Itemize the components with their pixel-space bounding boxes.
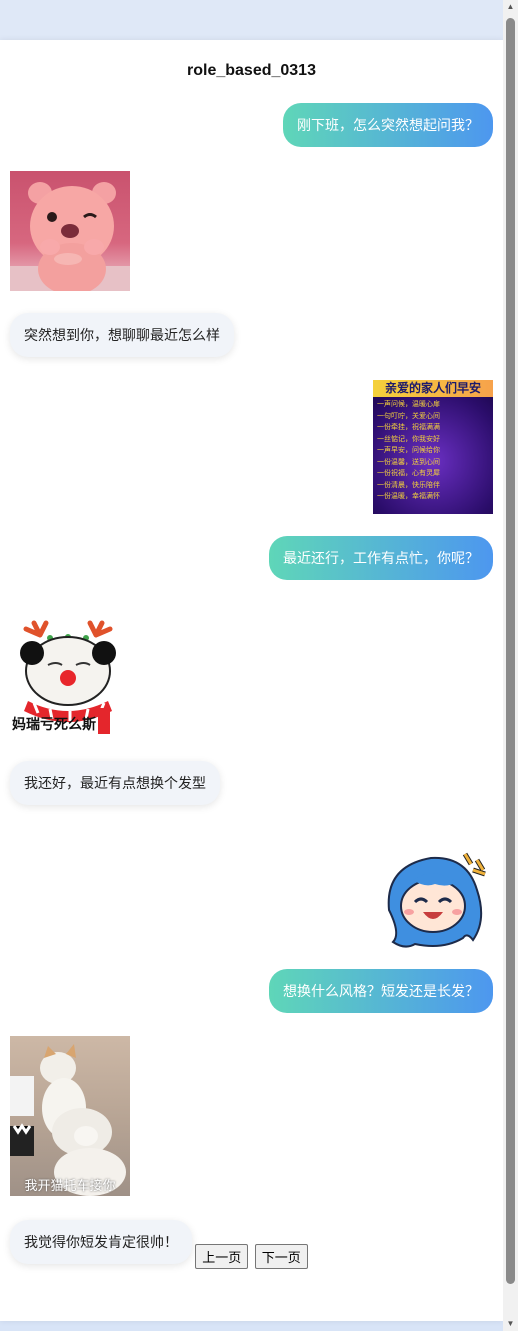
text-bubble: 我还好，最近有点想换个发型: [10, 761, 220, 805]
greeting-line: 一份温馨，送到心间: [377, 458, 440, 466]
scroll-down-icon[interactable]: ▼: [503, 1317, 518, 1331]
greeting-line: 一丝惦记，你我安好: [377, 435, 440, 443]
greeting-line: 一声早安，问候给你: [377, 447, 440, 454]
scroll-thumb[interactable]: [506, 18, 515, 1284]
greeting-line: 一份牵挂，祝福满满: [377, 424, 440, 431]
text-bubble: 刚下班，怎么突然想起问我？: [283, 103, 493, 147]
scroll-up-icon[interactable]: ▲: [503, 0, 518, 14]
greeting-line: 一份清晨，快乐陪伴: [377, 481, 440, 489]
text-bubble: 想换什么风格？短发还是长发？: [269, 969, 493, 1013]
message-left: 突然想到你，想聊聊最近怎么样: [10, 313, 234, 357]
prev-page-button[interactable]: 上一页: [195, 1244, 249, 1269]
message-right: 最近还行，工作有点忙，你呢？: [269, 536, 493, 580]
next-page-button[interactable]: 下一页: [254, 1244, 308, 1269]
greeting-line: 一份温暖，幸福满怀: [377, 493, 440, 500]
sticker-caption: 我开猫托车接你: [24, 1178, 116, 1193]
greeting-line: 一声问候，温暖心扉: [377, 401, 440, 408]
message-right: 想换什么风格？短发还是长发？: [269, 969, 493, 1013]
morning-greeting-sticker[interactable]: 亲爱的家人们早安 一声问候，温暖心扉 一句叮咛，关爱心间 一份牵挂，祝福满满 一…: [373, 380, 493, 514]
vertical-scrollbar[interactable]: ▲ ▼: [503, 0, 518, 1331]
message-right: 刚下班，怎么突然想起问我？: [283, 103, 493, 147]
pager: 上一页 下一页: [0, 1244, 503, 1269]
pink-beaver-sticker[interactable]: [10, 171, 130, 291]
cat-massage-sticker[interactable]: 我开猫托车接你: [10, 1036, 130, 1196]
text-bubble: 突然想到你，想聊聊最近怎么样: [10, 313, 234, 357]
page-title: role_based_0313: [187, 62, 316, 79]
message-left: 我还好，最近有点想换个发型: [10, 761, 220, 805]
greeting-header: 亲爱的家人们早安: [373, 380, 493, 397]
sticker-caption: 妈瑞亏死么斯: [12, 716, 96, 732]
greeting-line: 一句叮咛，关爱心间: [377, 412, 440, 420]
blue-hair-girl-sticker[interactable]: [373, 846, 493, 948]
greeting-line: 一份祝福，心有灵犀: [377, 470, 440, 477]
chat-card: role_based_0313 刚下班，怎么突然想起问我？ 突然想到你，想聊聊最…: [0, 40, 503, 1321]
text-bubble: 最近还行，工作有点忙，你呢？: [269, 536, 493, 580]
